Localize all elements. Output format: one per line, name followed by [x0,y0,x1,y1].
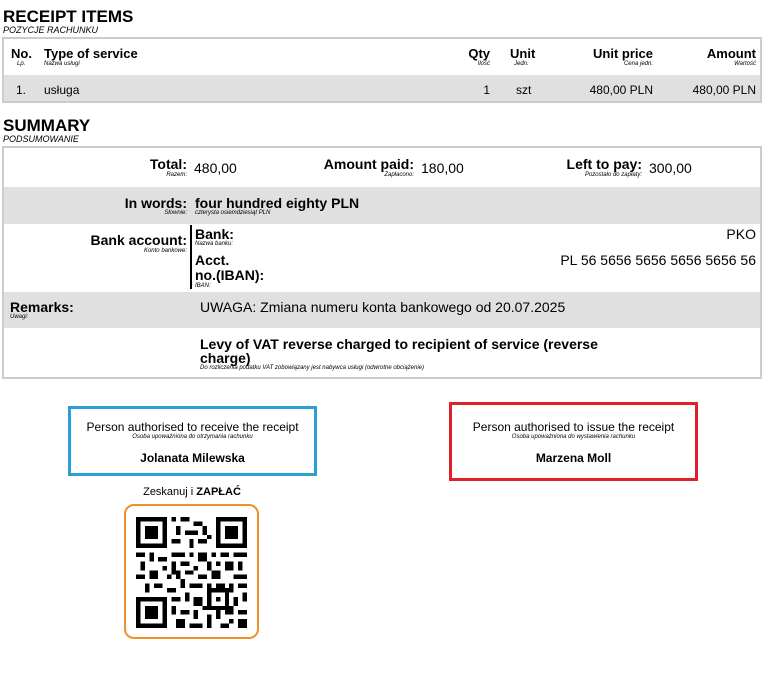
paid-sub: Zapłacono: [384,172,414,178]
bank-account-sub: Konto bankowe: [143,248,187,254]
receiver-name: Jolanata Milewska [140,451,245,465]
qr-caption-bold: ZAPŁAĆ [196,486,241,498]
words-label: In words: [124,195,187,211]
col-amount-sub: Wartość [734,61,756,67]
qr-caption: Zeskanuj i ZAPŁAĆ [124,486,260,499]
words-value: four hundred eighty PLN [195,195,360,211]
items-subtitle: POZYCJE RACHUNKU [3,25,99,35]
remarks-sub: Uwagi: [10,314,29,320]
bank-value: PKO [726,226,756,242]
total-sub: Razem: [166,172,187,178]
words-value-sub: czterysta osiemdziesiąt PLN [195,210,271,216]
col-unit-price-header: Unit price [593,46,653,61]
row-unit-price: 480,00 PLN [589,83,653,97]
total-label: Total: [149,156,187,172]
words-sub: Słownie: [164,210,187,216]
issuer-signature-box: Person authorised to issue the receipt O… [449,402,698,481]
remarks-value: UWAGA: Zmiana numeru konta bankowego od … [200,299,566,315]
col-amount-header: Amount [706,46,756,61]
paid-value: 180,00 [421,160,464,176]
qr-frame[interactable] [124,504,259,639]
row-no: 1. [16,83,27,97]
acct-label-line1: Acct. [195,252,230,268]
total-value: 480,00 [194,160,237,176]
col-qty-header: Qty [468,46,490,61]
items-title: RECEIPT ITEMS [3,7,134,26]
left-label: Left to pay: [566,156,642,172]
summary-subtitle: PODSUMOWANIE [3,134,79,144]
col-unit-price-sub: Cena jedn. [623,61,653,67]
receiver-title: Person authorised to receive the receipt [86,420,299,434]
issuer-sub: Osoba upoważniona do wystawienia rachunk… [511,434,636,440]
vat-note-sub: Do rozliczenia podatku VAT zobowiązany j… [200,365,425,371]
bank-account-label: Bank account: [90,232,187,248]
col-no-sub: Lp. [17,61,26,67]
left-value: 300,00 [649,160,692,176]
col-unit-header: Unit [510,46,536,61]
acct-label-line2: no.(IBAN): [195,267,265,283]
col-type-sub: Nazwa usługi [44,61,80,67]
qr-caption-prefix: Zeskanuj i [143,486,197,498]
row-unit: szt [516,83,532,97]
bank-divider [190,225,192,289]
row-type: usługa [44,83,80,97]
acct-sub: IBAN: [195,283,211,289]
bank-sub: Nazwa banku: [195,241,234,247]
receiver-sub: Osoba upoważniona do otrzymania rachunku [132,434,253,440]
bank-label: Bank: [195,226,234,242]
col-no-header: No. [11,46,32,61]
qr-code-icon [136,517,247,628]
issuer-title: Person authorised to issue the receipt [472,420,675,434]
summary-title: SUMMARY [3,116,91,135]
acct-value: PL 56 5656 5656 5656 5656 56 [560,252,756,268]
row-qty: 1 [483,83,490,97]
paid-label: Amount paid: [323,156,414,172]
col-unit-sub: Jedn. [514,61,529,67]
left-sub: Pozostało do zapłaty: [584,172,642,178]
issuer-name: Marzena Moll [535,451,612,465]
col-qty-sub: Ilość [477,61,490,67]
vat-note-line2: charge) [200,350,251,366]
row-amount: 480,00 PLN [692,83,756,97]
vat-note-line1: Levy of VAT reverse charged to recipient… [200,336,598,352]
receiver-signature-box: Person authorised to receive the receipt… [68,406,317,476]
col-type-header: Type of service [44,46,138,61]
remarks-label: Remarks: [10,299,74,315]
